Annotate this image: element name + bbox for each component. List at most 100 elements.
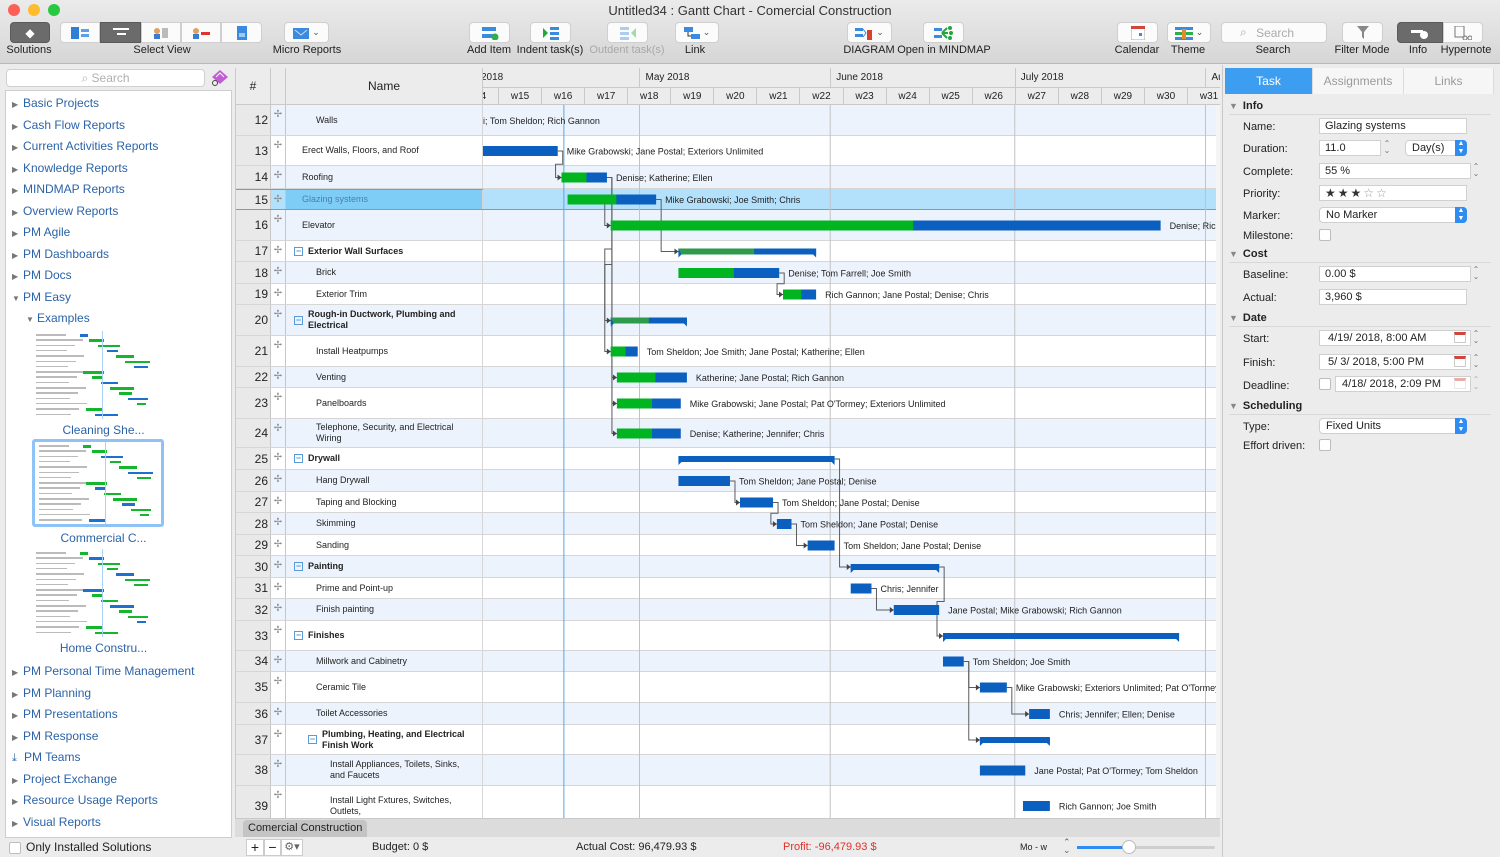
view-document-button[interactable] [221,22,262,43]
micro-reports-button[interactable]: ⌄ [284,22,329,43]
settings-gear-button[interactable]: ⚙▾ [281,839,303,856]
section-date[interactable]: ▼ Date [1229,312,1491,327]
task-name-cell[interactable]: − Exterior Wall Surfaces [286,241,483,261]
task-name-cell[interactable]: Erect Walls, Floors, and Roof [286,136,483,165]
collapse-icon[interactable]: − [294,631,303,640]
task-info-icon[interactable]: ✢ [271,492,286,512]
task-name-cell[interactable]: Brick [286,262,483,283]
sidebar-item[interactable]: ▶ Current Activities Reports [12,137,158,155]
actual-field[interactable]: 3,960 $ [1319,289,1467,305]
tab-task[interactable]: Task [1225,68,1313,94]
task-info-icon[interactable]: ✢ [271,284,286,304]
name-field[interactable]: Glazing systems [1319,118,1467,134]
task-name-cell[interactable]: Install Heatpumps [286,336,483,366]
finish-stepper[interactable]: ⌃ ⌄ [1472,354,1480,370]
task-name-cell[interactable]: Install Appliances, Toilets, Sinks, and … [286,755,483,785]
task-name-cell[interactable]: Walls [286,105,483,135]
task-name-cell[interactable]: Roofing [286,166,483,188]
tab-assignments[interactable]: Assignments [1313,68,1404,94]
example-caption[interactable]: Commercial C... [36,531,171,545]
column-header-number[interactable]: # [236,68,271,105]
deadline-date-field[interactable]: 4/18/ 2018, 2:09 PM [1335,376,1471,392]
calendar-icon[interactable] [1454,356,1466,367]
add-item-button[interactable] [469,22,510,43]
view-gantt-list-button[interactable] [60,22,100,43]
task-bar[interactable] [678,476,730,486]
task-name-cell[interactable]: Millwork and Cabinetry [286,651,483,671]
collapse-icon[interactable]: − [294,562,303,571]
task-info-icon[interactable]: ✢ [271,336,286,366]
task-info-icon[interactable]: ✢ [271,725,286,754]
task-name-cell[interactable]: Exterior Trim [286,284,483,304]
sidebar-item[interactable]: ▶ PM Personal Time Management [12,662,194,680]
task-name-cell[interactable]: Skimming [286,513,483,534]
section-info[interactable]: ▼ Info [1229,100,1491,115]
task-name-cell[interactable]: Ceramic Tile [286,672,483,702]
view-resource-usage-button[interactable] [181,22,221,43]
sidebar-item[interactable]: ▶ PM Presentations [12,705,118,723]
sidebar-item[interactable]: ▶ PM Docs [12,266,72,284]
theme-button[interactable]: ⌄ [1167,22,1211,43]
outdent-button[interactable] [607,22,648,43]
example-caption[interactable]: Home Constru... [36,641,171,655]
task-info-icon[interactable]: ✢ [271,448,286,469]
task-name-cell[interactable]: Telephone, Security, and Electrical Wiri… [286,419,483,447]
summary-bar[interactable] [942,633,1180,639]
deadline-stepper[interactable]: ⌃ ⌄ [1472,376,1480,392]
zoom-stepper[interactable]: ⌃ ⌄ [1063,838,1071,855]
sidebar-item-examples[interactable]: ▼ Examples [26,309,90,327]
task-info-icon[interactable]: ✢ [271,419,286,447]
task-name-cell[interactable]: Hang Drywall [286,470,483,491]
task-info-icon[interactable]: ✢ [271,599,286,620]
solutions-button[interactable]: ◆ [10,22,50,43]
sidebar-item[interactable]: ▶ PM Response [12,727,98,745]
sidebar-item[interactable]: ▶ Visual Reports [12,813,101,831]
task-name-cell[interactable]: Glazing systems [286,190,483,209]
remove-task-button[interactable]: − [264,839,281,856]
task-info-icon[interactable]: ✢ [271,556,286,577]
filter-mode-button[interactable] [1342,22,1383,43]
task-info-icon[interactable]: ✢ [271,703,286,724]
column-header-name[interactable]: Name [286,68,483,105]
task-bar[interactable] [979,682,1007,693]
sidebar-item[interactable]: ⤓ PM Teams [12,748,80,766]
task-name-cell[interactable]: Sanding [286,535,483,555]
task-info-icon[interactable]: ✢ [271,305,286,335]
info-button[interactable] [1397,22,1443,43]
summary-bar[interactable] [979,737,1050,743]
task-name-cell[interactable]: − Finishes [286,621,483,650]
duration-stepper[interactable]: ⌃ ⌄ [1383,140,1391,156]
task-info-icon[interactable]: ✢ [271,786,286,818]
task-info-icon[interactable]: ✢ [271,470,286,491]
task-bar[interactable] [850,583,872,594]
star-empty-icon[interactable]: ☆ [1363,186,1376,200]
sidebar-item[interactable]: ▶ Project Exchange [12,770,117,788]
collapse-icon[interactable]: − [294,246,303,256]
star-filled-icon[interactable]: ★ [1351,186,1364,200]
task-info-icon[interactable]: ✢ [271,367,286,387]
task-info-icon[interactable]: ✢ [271,578,286,598]
star-filled-icon[interactable]: ★ [1338,186,1351,200]
summary-bar[interactable] [678,456,835,462]
task-info-icon[interactable]: ✢ [271,535,286,555]
task-info-icon[interactable]: ✢ [271,755,286,785]
priority-rating[interactable]: ★★★☆☆ [1319,185,1467,201]
example-thumbnail[interactable] [32,439,164,527]
marker-select[interactable]: No Marker ▲ ▼ [1319,207,1467,223]
effort-driven-checkbox[interactable] [1319,439,1331,451]
sidebar-item[interactable]: ▶ Cash Flow Reports [12,116,125,134]
task-name-cell[interactable]: Taping and Blocking [286,492,483,512]
task-bar[interactable] [807,540,835,551]
sidebar-item[interactable]: ▶ MINDMAP Reports [12,180,125,198]
task-bar[interactable] [942,656,964,667]
task-info-icon[interactable]: ✢ [271,672,286,702]
example-thumbnail[interactable] [32,331,164,419]
sidebar-item[interactable]: ▶ Overview Reports [12,202,118,220]
task-bar[interactable] [1022,801,1050,811]
sidebar-item[interactable]: ▶ PM Dashboards [12,245,109,263]
example-caption[interactable]: Cleaning She... [36,423,171,437]
task-name-cell[interactable]: Install Light Fxtures, Switches, Outlets… [286,786,483,818]
task-name-cell[interactable]: − Rough-in Ductwork, Plumbing and Electri… [286,305,483,335]
task-info-icon[interactable]: ✢ [271,241,286,261]
summary-bar[interactable] [850,564,940,570]
